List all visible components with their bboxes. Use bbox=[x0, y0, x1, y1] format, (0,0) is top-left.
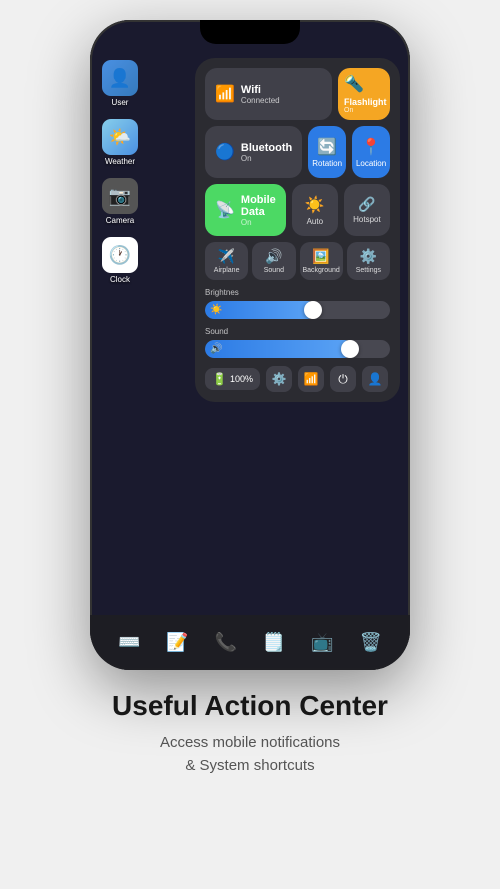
app-camera-label: Camera bbox=[106, 216, 134, 225]
app-weather[interactable]: 🌤️ Weather bbox=[102, 119, 138, 166]
sound-slider-icon: 🔊 bbox=[210, 344, 222, 355]
airplane-icon: ✈️ bbox=[218, 248, 235, 265]
app-clock-icon: 🕐 bbox=[102, 237, 138, 273]
wifi-label: Wifi bbox=[241, 84, 280, 96]
power-btn[interactable]: ⏻ bbox=[330, 366, 356, 392]
flashlight-tile[interactable]: 🔦 Flashlight On bbox=[338, 68, 390, 120]
sound-section: Sound 🔊 bbox=[205, 327, 390, 358]
dock-messages-icon[interactable]: 🗒️ bbox=[257, 626, 291, 660]
background-label: Background bbox=[302, 267, 339, 274]
dock-phone-icon[interactable]: 📞 bbox=[209, 626, 243, 660]
sound-track[interactable]: 🔊 bbox=[205, 340, 390, 358]
footer-section: Useful Action Center Access mobile notif… bbox=[92, 690, 408, 777]
bluetooth-text: Bluetooth On bbox=[241, 142, 292, 163]
mobile-data-text: Mobile Data On bbox=[241, 194, 276, 227]
hotspot-icon: 🔗 bbox=[358, 196, 375, 213]
app-weather-label: Weather bbox=[105, 157, 135, 166]
rotation-tile[interactable]: 🔄 Rotation bbox=[308, 126, 346, 178]
bluetooth-icon: 🔵 bbox=[215, 142, 235, 162]
hotspot-label: Hotspot bbox=[353, 215, 381, 224]
cc-icon-row: ✈️ Airplane 🔊 Sound 🖼️ Background ⚙️ Set… bbox=[205, 242, 390, 280]
app-weather-icon: 🌤️ bbox=[102, 119, 138, 155]
brightness-label: Brightnes bbox=[205, 288, 390, 297]
location-icon: 📍 bbox=[361, 137, 381, 157]
user-bottom-btn[interactable]: 👤 bbox=[362, 366, 388, 392]
brightness-icon: ☀️ bbox=[210, 305, 222, 316]
cc-row-2: 🔵 Bluetooth On 🔄 Rotation 📍 Location bbox=[205, 126, 390, 178]
airplane-label: Airplane bbox=[214, 267, 240, 274]
sound-thumb[interactable] bbox=[341, 340, 359, 358]
background-btn[interactable]: 🖼️ Background bbox=[300, 242, 343, 280]
app-clock-label: Clock bbox=[110, 275, 130, 284]
app-camera[interactable]: 📷 Camera bbox=[102, 178, 138, 225]
home-screen-apps: 👤 User 🌤️ Weather 📷 Camera 🕐 Clock bbox=[102, 60, 138, 284]
dock-tv-icon[interactable]: 📺 bbox=[305, 626, 339, 660]
bluetooth-status: On bbox=[241, 154, 292, 163]
sound-label: Sound bbox=[264, 267, 284, 274]
dock-trash-icon[interactable]: 🗑️ bbox=[354, 626, 388, 660]
phone-dock: ⌨️ 📝 📞 🗒️ 📺 🗑️ bbox=[90, 615, 410, 670]
location-tile[interactable]: 📍 Location bbox=[352, 126, 390, 178]
rotation-label: Rotation bbox=[312, 159, 342, 168]
flashlight-label: Flashlight bbox=[344, 97, 387, 107]
mobile-data-status: On bbox=[241, 218, 276, 227]
cc-row-3: 📡 Mobile Data On ☀️ Auto 🔗 Hotspot bbox=[205, 184, 390, 236]
app-clock[interactable]: 🕐 Clock bbox=[102, 237, 138, 284]
airplane-btn[interactable]: ✈️ Airplane bbox=[205, 242, 248, 280]
flashlight-icon: 🔦 bbox=[344, 74, 364, 94]
hotspot-tile[interactable]: 🔗 Hotspot bbox=[344, 184, 390, 236]
auto-tile[interactable]: ☀️ Auto bbox=[292, 184, 338, 236]
app-user-label: User bbox=[112, 98, 129, 107]
footer-line2: & System shortcuts bbox=[185, 757, 314, 774]
rotation-icon: 🔄 bbox=[317, 137, 337, 157]
auto-label: Auto bbox=[307, 217, 323, 226]
battery-label: 100% bbox=[230, 374, 253, 384]
settings-label: Settings bbox=[356, 267, 381, 274]
sound-btn[interactable]: 🔊 Sound bbox=[252, 242, 295, 280]
gear-bottom-btn[interactable]: ⚙️ bbox=[266, 366, 292, 392]
brightness-thumb[interactable] bbox=[304, 301, 322, 319]
sound-slider-label: Sound bbox=[205, 327, 390, 336]
cc-row-1: 📶 Wifi Connected 🔦 Flashlight On bbox=[205, 68, 390, 120]
mobile-data-tile[interactable]: 📡 Mobile Data On bbox=[205, 184, 286, 236]
auto-icon: ☀️ bbox=[305, 195, 325, 215]
settings-icon: ⚙️ bbox=[360, 248, 377, 265]
wifi-tile[interactable]: 📶 Wifi Connected bbox=[205, 68, 332, 120]
brightness-section: Brightnes ☀️ bbox=[205, 288, 390, 319]
background-icon: 🖼️ bbox=[312, 248, 329, 265]
sound-icon: 🔊 bbox=[265, 248, 282, 265]
bluetooth-tile[interactable]: 🔵 Bluetooth On bbox=[205, 126, 302, 178]
phone-bezel: 👤 User 🌤️ Weather 📷 Camera 🕐 Clock bbox=[90, 20, 410, 670]
battery-icon: 🔋 bbox=[212, 372, 227, 386]
dock-keyboard-icon[interactable]: ⌨️ bbox=[112, 626, 146, 660]
control-center-panel: 📶 Wifi Connected 🔦 Flashlight On bbox=[195, 58, 400, 402]
footer-line1: Access mobile notifications bbox=[160, 734, 340, 751]
footer-subtitle: Access mobile notifications & System sho… bbox=[112, 732, 388, 777]
app-user-icon: 👤 bbox=[102, 60, 138, 96]
bluetooth-label: Bluetooth bbox=[241, 142, 292, 154]
flashlight-text: Flashlight On bbox=[344, 97, 387, 114]
wifi-bottom-btn[interactable]: 📶 bbox=[298, 366, 324, 392]
location-label: Location bbox=[356, 159, 386, 168]
sound-fill bbox=[205, 340, 353, 358]
cc-bottom-bar: 🔋 100% ⚙️ 📶 ⏻ 👤 bbox=[205, 366, 390, 392]
wifi-icon: 📶 bbox=[215, 84, 235, 104]
phone-frame: 👤 User 🌤️ Weather 📷 Camera 🕐 Clock bbox=[90, 20, 410, 670]
dock-notes-icon[interactable]: 📝 bbox=[160, 626, 194, 660]
footer-title: Useful Action Center bbox=[112, 690, 388, 722]
wifi-status: Connected bbox=[241, 96, 280, 105]
brightness-track[interactable]: ☀️ bbox=[205, 301, 390, 319]
flashlight-status: On bbox=[344, 107, 387, 114]
app-camera-icon: 📷 bbox=[102, 178, 138, 214]
settings-btn[interactable]: ⚙️ Settings bbox=[347, 242, 390, 280]
phone-notch bbox=[200, 20, 300, 44]
mobile-data-label: Mobile Data bbox=[241, 194, 276, 218]
battery-badge: 🔋 100% bbox=[205, 368, 260, 390]
wifi-text: Wifi Connected bbox=[241, 84, 280, 105]
mobile-data-icon: 📡 bbox=[215, 200, 235, 220]
app-user[interactable]: 👤 User bbox=[102, 60, 138, 107]
